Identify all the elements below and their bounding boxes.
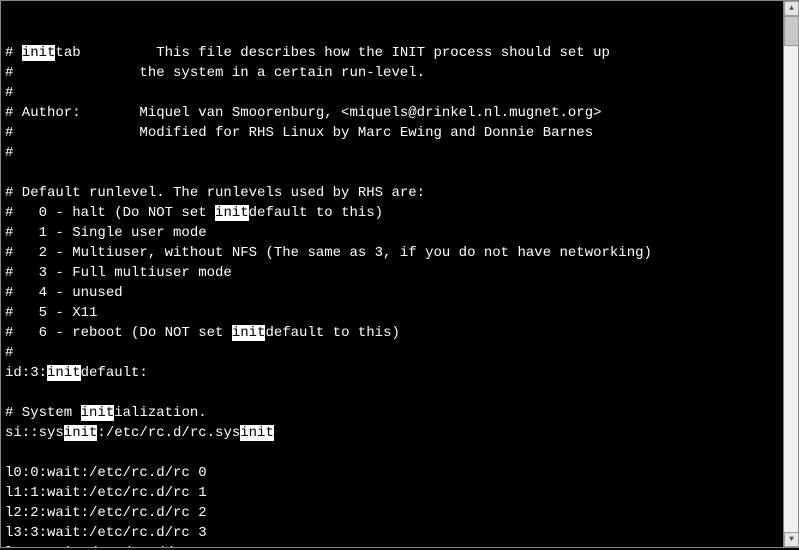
text-segment: si::sys: [5, 425, 64, 441]
text-segment: # 0 - halt (Do NOT set: [5, 205, 215, 221]
text-segment: # 1 - Single user mode: [5, 225, 207, 241]
file-line: l4:4:wait:/etc/rc.d/rc 4: [5, 543, 781, 547]
text-segment: l3:3:wait:/etc/rc.d/rc 3: [5, 525, 207, 541]
file-line: [5, 383, 781, 403]
text-segment: l1:1:wait:/etc/rc.d/rc 1: [5, 485, 207, 501]
text-segment: #: [5, 45, 22, 61]
search-highlight: init: [232, 325, 266, 341]
file-line: l3:3:wait:/etc/rc.d/rc 3: [5, 523, 781, 543]
file-line: # 2 - Multiuser, without NFS (The same a…: [5, 243, 781, 263]
file-line: si::sysinit:/etc/rc.d/rc.sysinit: [5, 423, 781, 443]
file-line: # 0 - halt (Do NOT set initdefault to th…: [5, 203, 781, 223]
file-line: # 6 - reboot (Do NOT set initdefault to …: [5, 323, 781, 343]
text-segment: l4:4:wait:/etc/rc.d/rc 4: [5, 545, 207, 547]
text-segment: # 3 - Full multiuser mode: [5, 265, 232, 281]
file-line: # Modified for RHS Linux by Marc Ewing a…: [5, 123, 781, 143]
file-line: # 5 - X11: [5, 303, 781, 323]
text-segment: # Default runlevel. The runlevels used b…: [5, 185, 425, 201]
file-line: #: [5, 343, 781, 363]
text-segment: # 2 - Multiuser, without NFS (The same a…: [5, 245, 652, 261]
file-line: #: [5, 83, 781, 103]
file-line: # 3 - Full multiuser mode: [5, 263, 781, 283]
scrollbar-vertical[interactable]: ▲ ▼: [783, 1, 798, 547]
search-highlight: init: [22, 45, 56, 61]
file-line: # System initialization.: [5, 403, 781, 423]
search-highlight: init: [240, 425, 274, 441]
search-highlight: init: [47, 365, 81, 381]
text-segment: # Modified for RHS Linux by Marc Ewing a…: [5, 125, 593, 141]
file-line: [5, 163, 781, 183]
text-segment: :/etc/rc.d/rc.sys: [97, 425, 240, 441]
file-content: # inittab This file describes how the IN…: [5, 43, 781, 547]
text-segment: # Author: Miquel van Smoorenburg, <mique…: [5, 105, 602, 121]
text-segment: ialization.: [114, 405, 206, 421]
text-segment: # 6 - reboot (Do NOT set: [5, 325, 232, 341]
text-segment: # 4 - unused: [5, 285, 123, 301]
file-line: l2:2:wait:/etc/rc.d/rc 2: [5, 503, 781, 523]
search-highlight: init: [81, 405, 115, 421]
text-segment: # 5 - X11: [5, 305, 97, 321]
file-line: l0:0:wait:/etc/rc.d/rc 0: [5, 463, 781, 483]
search-highlight: init: [215, 205, 249, 221]
file-line: # 4 - unused: [5, 283, 781, 303]
text-segment: #: [5, 85, 13, 101]
text-segment: # System: [5, 405, 81, 421]
text-segment: tab This file describes how the INIT pro…: [55, 45, 610, 61]
file-line: [5, 443, 781, 463]
file-line: # the system in a certain run-level.: [5, 63, 781, 83]
text-segment: l2:2:wait:/etc/rc.d/rc 2: [5, 505, 207, 521]
scroll-up-arrow-icon[interactable]: ▲: [784, 1, 799, 16]
text-segment: default to this): [265, 325, 399, 341]
search-highlight: init: [64, 425, 98, 441]
text-segment: l0:0:wait:/etc/rc.d/rc 0: [5, 465, 207, 481]
text-segment: default to this): [249, 205, 383, 221]
scrollbar-thumb[interactable]: [784, 16, 799, 46]
text-segment: # the system in a certain run-level.: [5, 65, 425, 81]
file-line: #: [5, 143, 781, 163]
text-segment: default:: [81, 365, 148, 381]
text-segment: id:3:: [5, 365, 47, 381]
text-segment: #: [5, 145, 13, 161]
file-line: l1:1:wait:/etc/rc.d/rc 1: [5, 483, 781, 503]
file-line: # inittab This file describes how the IN…: [5, 43, 781, 63]
file-line: # 1 - Single user mode: [5, 223, 781, 243]
text-segment: #: [5, 345, 13, 361]
scroll-down-arrow-icon[interactable]: ▼: [784, 532, 799, 547]
terminal-viewport[interactable]: # inittab This file describes how the IN…: [1, 1, 785, 547]
file-line: # Default runlevel. The runlevels used b…: [5, 183, 781, 203]
file-line: # Author: Miquel van Smoorenburg, <mique…: [5, 103, 781, 123]
file-line: id:3:initdefault:: [5, 363, 781, 383]
